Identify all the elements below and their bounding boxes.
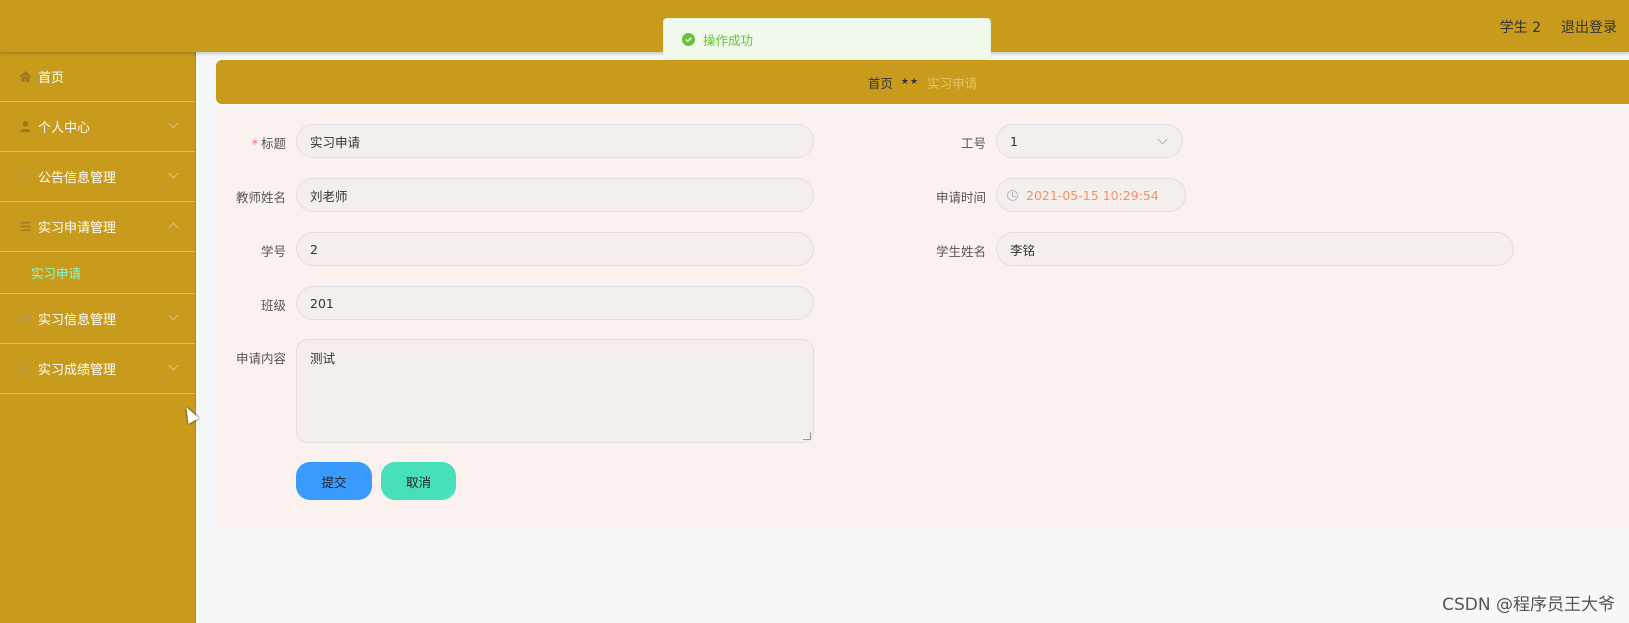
chevron-down-icon	[168, 360, 179, 371]
teacher-name-label: 教师姓名	[235, 190, 286, 205]
resize-handle-icon[interactable]	[803, 432, 811, 440]
sidebar-item-score[interactable]: 实习成绩管理	[0, 344, 195, 394]
breadcrumb-home[interactable]: 首页	[868, 73, 893, 92]
student-name-input[interactable]: 李铭	[996, 232, 1514, 266]
content-label: 申请内容	[235, 351, 286, 366]
list-icon	[18, 220, 32, 234]
clock-icon	[18, 170, 32, 184]
student-no-input[interactable]: 2	[296, 232, 814, 266]
watermark: CSDN @程序员王大爷	[1442, 595, 1615, 615]
user-icon	[18, 120, 32, 134]
toast-message: 操作成功	[703, 32, 754, 48]
sidebar-item-label: 公告信息管理	[38, 171, 117, 186]
home-icon	[18, 70, 32, 84]
chevron-down-icon	[168, 118, 179, 129]
mail-icon	[18, 312, 32, 326]
class-input[interactable]: 201	[296, 286, 814, 320]
student-no-label: 学号	[260, 244, 286, 259]
success-toast: 操作成功	[663, 18, 991, 60]
sidebar-item-intern-info[interactable]: 实习信息管理	[0, 294, 195, 344]
breadcrumb: 首页 ★★ 实习申请	[216, 60, 1629, 104]
class-label: 班级	[260, 298, 286, 313]
content-textarea[interactable]: 测试	[296, 339, 814, 443]
chevron-up-icon	[168, 222, 179, 233]
student-name-label: 学生姓名	[935, 244, 986, 259]
logout-link[interactable]: 退出登录	[1561, 17, 1617, 37]
content-value: 测试	[310, 351, 336, 366]
current-user[interactable]: 学生 2	[1500, 17, 1541, 37]
apply-form: * 标题 实习申请 工号 1 教师姓名 刘老师 申请时间 2021-05-15 1…	[216, 108, 1629, 528]
clock-icon	[1007, 189, 1018, 201]
chevron-down-icon	[1157, 134, 1168, 145]
scissors-icon	[18, 362, 32, 376]
teacher-name-input[interactable]: 刘老师	[296, 178, 814, 212]
title-input[interactable]: 实习申请	[296, 124, 814, 158]
apply-time-picker[interactable]: 2021-05-15 10:29:54	[996, 178, 1186, 212]
sidebar-item-home[interactable]: 首页	[0, 52, 195, 102]
breadcrumb-separator: ★★	[900, 77, 920, 87]
check-circle-icon	[682, 32, 695, 46]
sidebar-item-notice[interactable]: 公告信息管理	[0, 152, 195, 202]
sidebar-item-label: 首页	[38, 71, 65, 86]
sidebar-subitem-apply[interactable]: 实习申请	[0, 252, 195, 294]
apply-time-label: 申请时间	[935, 190, 986, 205]
apply-time-value: 2021-05-15 10:29:54	[1026, 187, 1159, 203]
sidebar-item-label: 实习申请管理	[38, 221, 117, 236]
submit-button[interactable]: 提交	[296, 462, 372, 500]
chevron-down-icon	[168, 168, 179, 179]
title-label: * 标题	[251, 136, 286, 151]
sidebar-item-label: 实习信息管理	[38, 313, 117, 328]
cancel-button[interactable]: 取消	[381, 462, 456, 500]
sidebar-item-label: 实习成绩管理	[38, 363, 117, 378]
sidebar: 首页 个人中心 公告信息管理 实习申请管理 实习申请 实习信息管理 实习成绩管理	[0, 52, 196, 623]
sidebar-item-label: 个人中心	[38, 121, 91, 136]
job-no-value: 1	[1010, 133, 1018, 149]
sidebar-item-profile[interactable]: 个人中心	[0, 102, 195, 152]
job-no-select[interactable]: 1	[996, 124, 1183, 158]
header-user-area: 学生 2 退出登录	[1500, 17, 1617, 37]
sidebar-subitem-label: 实习申请	[31, 266, 82, 281]
sidebar-item-apply-manage[interactable]: 实习申请管理	[0, 202, 195, 252]
chevron-down-icon	[168, 310, 179, 321]
breadcrumb-current: 实习申请	[927, 75, 978, 91]
job-no-label: 工号	[960, 136, 986, 151]
